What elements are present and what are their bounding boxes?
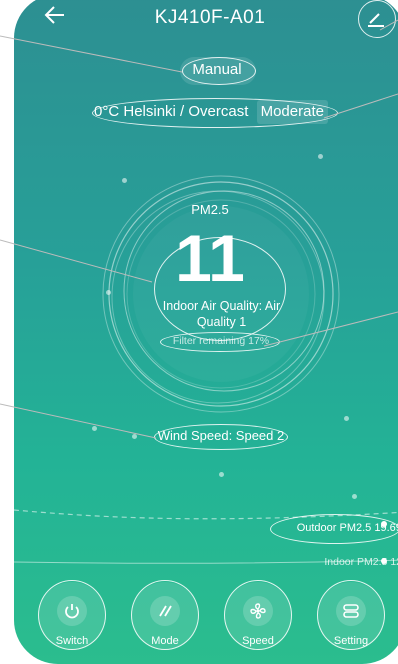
- particle-dot: [92, 426, 97, 431]
- pm25-label: PM2.5: [191, 202, 229, 217]
- particle-dot: [106, 290, 111, 295]
- weather-highlight: [92, 98, 338, 128]
- air-quality-text: Indoor Air Quality: Air Quality 1: [162, 299, 281, 329]
- device-title: KJ410F-A01: [154, 7, 266, 28]
- particle-dot: [122, 178, 127, 183]
- edit-button[interactable]: [358, 0, 396, 38]
- particle-dot: [132, 434, 137, 439]
- filter-highlight: [160, 332, 280, 352]
- indoor-pm25: Indoor PM2.5 12: [324, 556, 398, 568]
- outdoor-highlight: [270, 514, 398, 544]
- speed-highlight: [224, 580, 292, 650]
- mode-btn-highlight: [131, 580, 199, 650]
- switch-highlight: [38, 580, 106, 650]
- wind-highlight: [154, 424, 288, 450]
- mode-highlight: [182, 57, 256, 85]
- phone-screen: KJ410F-A01 Manual 0°C Helsinki / Overcas…: [14, 0, 398, 664]
- particle-dot: [344, 416, 349, 421]
- setting-highlight: [317, 580, 385, 650]
- particle-dot: [219, 472, 224, 477]
- edit-icon: [368, 13, 384, 27]
- top-bar: KJ410F-A01: [14, 0, 398, 40]
- particle-dot: [318, 154, 323, 159]
